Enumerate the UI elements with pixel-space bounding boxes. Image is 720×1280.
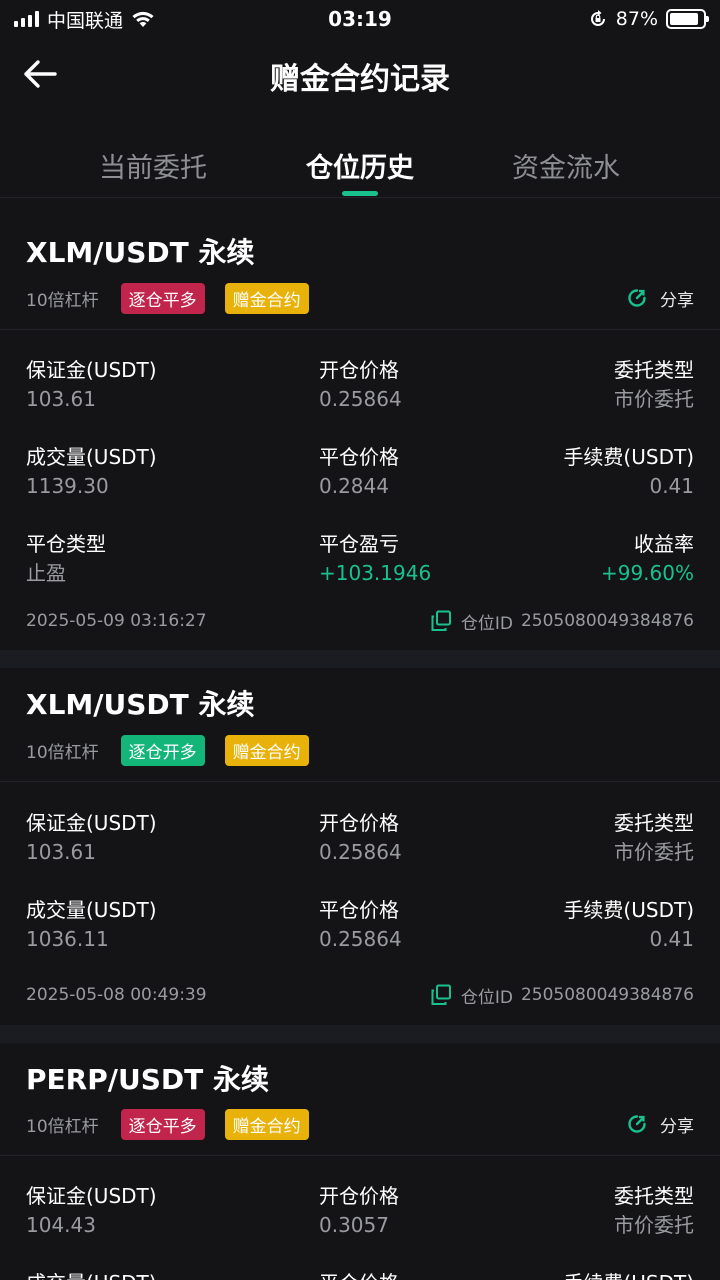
leverage-label: 10倍杠杆	[26, 290, 99, 311]
share-button[interactable]: 分享	[626, 1112, 694, 1137]
fee-value: 0.41	[649, 927, 694, 951]
divider	[0, 781, 720, 782]
volume-value: 1139.30	[26, 474, 109, 498]
leverage-label: 10倍杠杆	[26, 742, 99, 763]
position-id-prefix: 仓位ID	[460, 613, 513, 634]
battery-percentage: 87%	[615, 8, 658, 30]
share-button[interactable]: 分享	[626, 286, 694, 311]
tab-position-history[interactable]: 仓位历史	[260, 146, 460, 185]
timestamp: 2025-05-08 00:49:39	[26, 985, 207, 1005]
position-symbol: XLM/USDT 永续	[26, 236, 255, 269]
margin-value: 103.61	[26, 840, 96, 864]
volume-label: 成交量(USDT)	[26, 445, 157, 469]
margin-label: 保证金(USDT)	[26, 811, 157, 835]
fee-label: 手续费(USDT)	[563, 898, 694, 922]
bonus-contract-tag: 赠金合约	[224, 734, 309, 766]
card-separator	[0, 1025, 720, 1043]
margin-value: 103.61	[26, 387, 96, 411]
position-symbol: PERP/USDT 永续	[26, 1063, 269, 1096]
card-separator	[0, 650, 720, 668]
margin-label: 保证金(USDT)	[26, 1184, 157, 1208]
wifi-icon	[132, 11, 154, 27]
timestamp: 2025-05-09 03:16:27	[26, 611, 207, 631]
volume-label: 成交量(USDT)	[26, 898, 157, 922]
share-label: 分享	[660, 290, 694, 311]
carrier-name: 中国联通	[47, 9, 124, 32]
direction-tag: 逐仓平多	[120, 1108, 205, 1140]
close-type-label: 平仓类型	[26, 532, 106, 556]
copy-position-id-button[interactable]: 仓位ID 2505080049384876	[429, 609, 694, 634]
tab-fund-flow[interactable]: 资金流水	[466, 146, 666, 185]
order-type-label: 委托类型	[614, 811, 694, 835]
rotation-lock-icon	[590, 10, 605, 26]
bonus-contract-tag: 赠金合约	[224, 282, 309, 314]
copy-icon	[431, 610, 451, 631]
volume-value: 1036.11	[26, 927, 109, 951]
position-card[interactable]: XLM/USDT 永续 10倍杠杆 逐仓开多 赠金合约 保证金(USDT) 103…	[0, 668, 720, 1025]
tab-current-orders[interactable]: 当前委托	[53, 146, 253, 185]
fee-label: 手续费(USDT)	[563, 445, 694, 469]
share-label: 分享	[660, 1116, 694, 1137]
battery-icon	[666, 9, 709, 29]
share-icon	[628, 1115, 646, 1133]
position-symbol: XLM/USDT 永续	[26, 688, 255, 721]
copy-position-id-button[interactable]: 仓位ID 2505080049384876	[429, 983, 694, 1008]
position-id: 2505080049384876	[520, 611, 694, 631]
leverage-label: 10倍杠杆	[26, 1116, 99, 1137]
tab-bar: 当前委托 仓位历史 资金流水	[0, 128, 720, 198]
roi-value: +99.60%	[600, 561, 694, 585]
volume-label: 成交量(USDT)	[26, 1270, 256, 1280]
order-type-value: 市价委托	[614, 387, 694, 411]
order-type-value: 市价委托	[614, 840, 694, 864]
nav-header: 赠金合约记录	[0, 38, 720, 110]
position-card[interactable]: PERP/USDT 永续 10倍杠杆 逐仓平多 赠金合约 分享 保证金(USDT…	[0, 1043, 720, 1280]
fee-value: 0.41	[649, 474, 694, 498]
position-id: 2505080049384876	[520, 985, 694, 1005]
copy-icon	[431, 984, 451, 1005]
fee-label: 手续费(USDT)	[464, 1270, 694, 1280]
divider	[0, 329, 720, 330]
close-type-value: 止盈	[26, 561, 66, 585]
position-card[interactable]: XLM/USDT 永续 10倍杠杆 逐仓平多 赠金合约 分享 保证金(USDT)…	[0, 199, 720, 650]
margin-value: 104.43	[26, 1213, 96, 1237]
active-tab-indicator	[342, 191, 378, 196]
order-type-value: 市价委托	[614, 1213, 694, 1237]
order-type-label: 委托类型	[614, 358, 694, 382]
page-title: 赠金合约记录	[270, 62, 450, 97]
share-icon	[628, 289, 646, 307]
divider	[0, 1155, 720, 1156]
cellular-signal-icon	[14, 11, 39, 27]
order-type-label: 委托类型	[614, 1184, 694, 1208]
roi-label: 收益率	[634, 532, 694, 556]
position-id-prefix: 仓位ID	[460, 987, 513, 1008]
direction-tag: 逐仓平多	[120, 282, 205, 314]
bonus-contract-tag: 赠金合约	[224, 1108, 309, 1140]
status-bar: 中国联通 03:19 87%	[0, 0, 720, 38]
direction-tag: 逐仓开多	[120, 734, 205, 766]
margin-label: 保证金(USDT)	[26, 358, 157, 382]
